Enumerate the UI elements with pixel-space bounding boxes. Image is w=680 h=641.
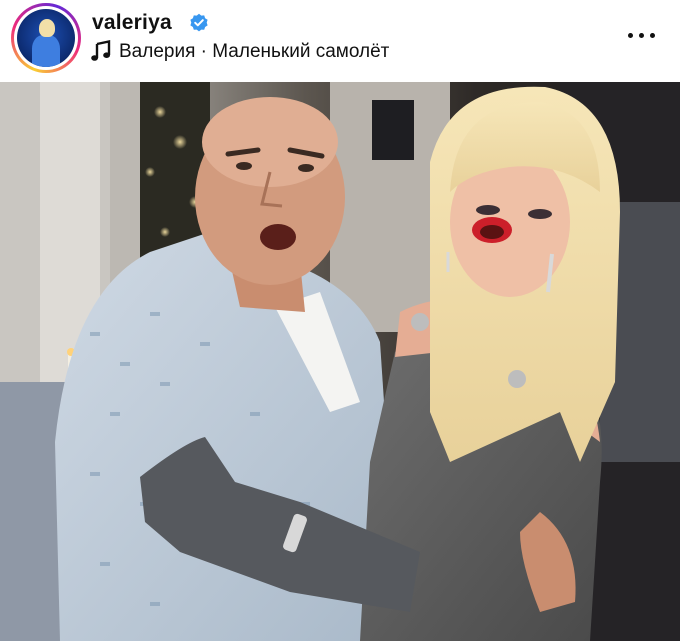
more-options-button[interactable] [623,25,659,45]
username[interactable]: valeriya [92,11,172,35]
photo-illustration [0,82,680,641]
more-horizontal-icon [628,33,633,38]
verified-badge-icon [190,13,208,32]
music-note-icon [91,40,111,61]
avatar[interactable] [17,9,75,67]
story-ring[interactable] [11,3,81,73]
post-photo[interactable] [0,82,680,641]
post-header: valeriya Валерия · Маленький самолёт [0,0,680,82]
audio-track-link[interactable]: Валерия · Маленький самолёт [119,41,389,63]
